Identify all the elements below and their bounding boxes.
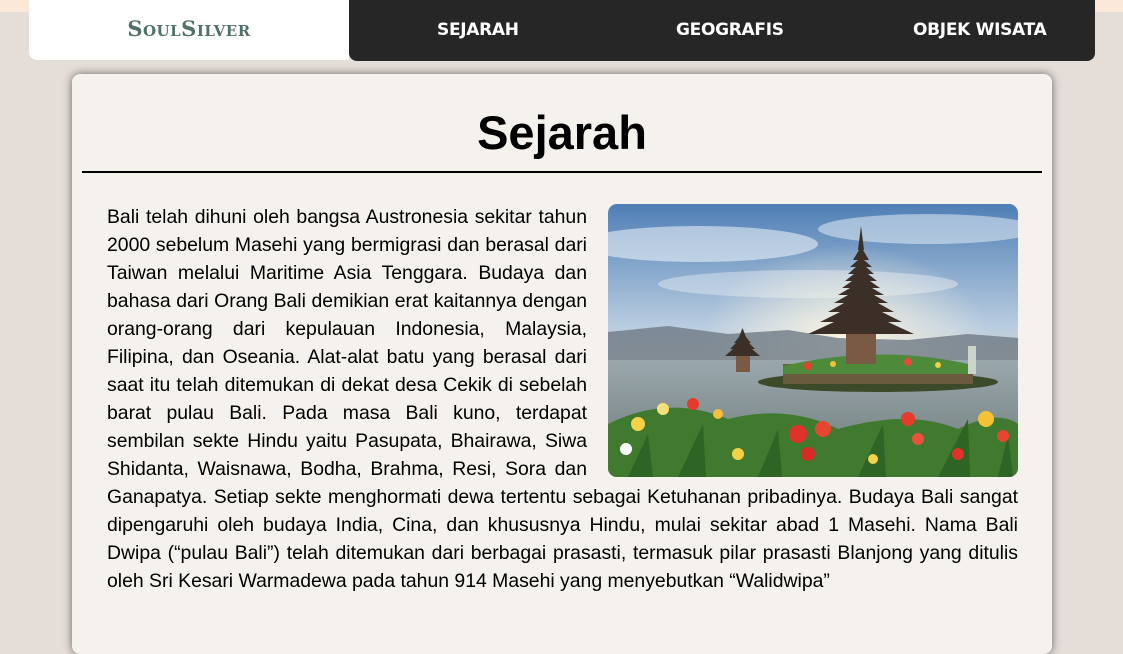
section-title: Sejarah [477,106,647,159]
temple-photo-illustration [608,204,1018,477]
site-logo[interactable]: SoulSilver [29,0,349,60]
content-card: Sejarah Bali telah dihuni oleh bangsa Au… [72,74,1052,654]
section-content: Bali telah dihuni oleh bangsa Austronesi… [107,203,1018,595]
title-divider [82,171,1042,173]
main-navbar: SEJARAH GEOGRAFIS OBJEK WISATA [349,0,1095,61]
nav-link-geografis[interactable]: GEOGRAFIS [676,0,784,61]
bali-temple-image [608,204,1018,477]
logo-container[interactable]: SoulSilver [29,0,349,60]
nav-link-objek-wisata[interactable]: OBJEK WISATA [913,0,1047,61]
nav-link-sejarah[interactable]: SEJARAH [437,0,519,61]
